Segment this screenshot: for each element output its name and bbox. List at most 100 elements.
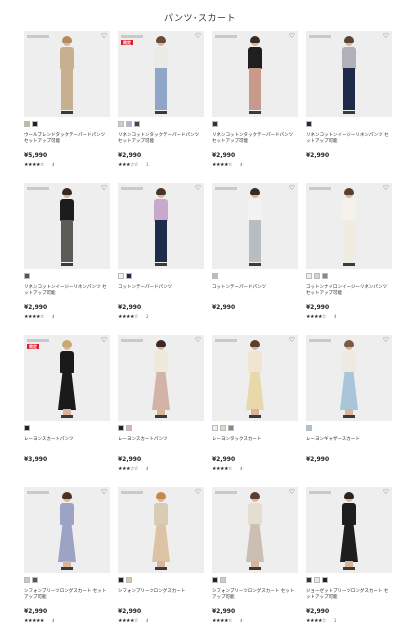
color-swatch[interactable]: [126, 273, 132, 279]
color-swatch[interactable]: [32, 577, 38, 583]
heart-icon[interactable]: ♡: [289, 185, 295, 192]
color-swatch[interactable]: [126, 425, 132, 431]
heart-icon[interactable]: ♡: [289, 337, 295, 344]
product-name[interactable]: コットンテーパードパンツ: [212, 285, 298, 291]
product-card[interactable]: ♡ レーヨンスカートパンツ ¥2,990 ★★★☆☆ 4: [118, 335, 204, 487]
product-name[interactable]: シフォンプリーツロングスカート: [118, 589, 204, 595]
product-name[interactable]: シフォンプリーツロングスカート セットアップ可能: [24, 589, 110, 600]
color-swatch[interactable]: [306, 121, 312, 127]
product-name[interactable]: レーヨンスカートパンツ: [118, 437, 204, 443]
heart-icon[interactable]: ♡: [383, 185, 389, 192]
heart-icon[interactable]: ♡: [195, 337, 201, 344]
color-swatch[interactable]: [314, 577, 320, 583]
color-swatch[interactable]: [118, 273, 124, 279]
product-image[interactable]: ♡: [306, 31, 392, 117]
color-swatch[interactable]: [212, 273, 218, 279]
color-swatch[interactable]: [322, 577, 328, 583]
color-swatch[interactable]: [24, 273, 30, 279]
heart-icon[interactable]: ♡: [101, 337, 107, 344]
product-card[interactable]: ♡ レーヨンタックスカート ¥2,990 ★★★★☆ 4: [212, 335, 298, 487]
product-card[interactable]: ♡ コットンテーパードパンツ ¥2,990 ★★★★☆ 2: [118, 183, 204, 335]
product-name[interactable]: レーヨンタックスカート: [212, 437, 298, 443]
color-swatch[interactable]: [314, 273, 320, 279]
rating-stars: ★★★☆☆: [118, 162, 138, 168]
product-card[interactable]: ♡ コットンナイロンイージーリネンパンツ セットアップ可能 ¥2,990 ★★★…: [306, 183, 392, 335]
product-image[interactable]: ♡: [306, 183, 392, 269]
heart-icon[interactable]: ♡: [101, 185, 107, 192]
product-name[interactable]: レーヨンギャザースカート: [306, 437, 392, 443]
color-swatch[interactable]: [24, 121, 30, 127]
color-swatch[interactable]: [306, 577, 312, 583]
model-figure: [151, 492, 171, 571]
product-card[interactable]: 限定 ♡ リネンコットンタックテーパードパンツ セットアップ可能 ¥2,990 …: [118, 31, 204, 183]
color-swatch[interactable]: [220, 425, 226, 431]
product-image[interactable]: 限定 ♡: [24, 335, 110, 421]
product-image[interactable]: ♡: [24, 487, 110, 573]
product-image[interactable]: ♡: [118, 183, 204, 269]
product-card[interactable]: ♡ シフォンプリーツロングスカート セットアップ可能 ¥2,990 ★★★★☆ …: [212, 487, 298, 639]
color-swatch[interactable]: [212, 425, 218, 431]
product-image[interactable]: ♡: [212, 31, 298, 117]
product-image[interactable]: ♡: [306, 335, 392, 421]
color-swatch[interactable]: [118, 121, 124, 127]
color-swatch[interactable]: [220, 577, 226, 583]
color-swatch[interactable]: [134, 121, 140, 127]
product-image[interactable]: ♡: [24, 183, 110, 269]
product-name[interactable]: コットンナイロンイージーリネンパンツ セットアップ可能: [306, 285, 392, 296]
color-swatch[interactable]: [118, 425, 124, 431]
heart-icon[interactable]: ♡: [289, 489, 295, 496]
product-image[interactable]: ♡: [212, 335, 298, 421]
product-card[interactable]: ♡ コットンテーパードパンツ ¥2,990: [212, 183, 298, 335]
model-top: [154, 199, 168, 221]
product-card[interactable]: ♡ リネンコットンイージーリネンパンツ セットアップ可能 ¥2,990: [306, 31, 392, 183]
product-image[interactable]: ♡: [24, 31, 110, 117]
color-swatch[interactable]: [306, 273, 312, 279]
product-image[interactable]: ♡: [118, 335, 204, 421]
product-name[interactable]: レーヨンスカートパンツ: [24, 437, 110, 443]
product-image[interactable]: ♡: [212, 183, 298, 269]
product-name[interactable]: コットンテーパードパンツ: [118, 285, 204, 291]
product-image[interactable]: ♡: [212, 487, 298, 573]
color-swatch[interactable]: [212, 577, 218, 583]
color-swatch[interactable]: [212, 121, 218, 127]
model-hair: [344, 188, 354, 195]
color-swatch[interactable]: [118, 577, 124, 583]
product-card[interactable]: ♡ ジョーゼットプリーツロングスカート セットアップ可能 ¥2,990 ★★★★…: [306, 487, 392, 639]
product-name[interactable]: シフォンプリーツロングスカート セットアップ可能: [212, 589, 298, 600]
product-card[interactable]: ♡ リネンコットンイージーリネンパンツ セットアップ可能 ¥2,990 ★★★★…: [24, 183, 110, 335]
color-swatch[interactable]: [322, 273, 328, 279]
color-swatch[interactable]: [24, 577, 30, 583]
product-name[interactable]: リネンコットンタックテーパードパンツ セットアップ可能: [212, 133, 298, 144]
heart-icon[interactable]: ♡: [383, 33, 389, 40]
color-swatches: [118, 425, 132, 431]
product-card[interactable]: ♡ ウールブレンドタックテーパードパンツ セットアップ可能 ¥5,990 ★★★…: [24, 31, 110, 183]
heart-icon[interactable]: ♡: [195, 185, 201, 192]
color-swatch[interactable]: [228, 425, 234, 431]
heart-icon[interactable]: ♡: [383, 337, 389, 344]
product-image[interactable]: ♡: [118, 487, 204, 573]
product-name[interactable]: リネンコットンタックテーパードパンツ セットアップ可能: [118, 133, 204, 144]
product-image[interactable]: ♡: [306, 487, 392, 573]
product-name[interactable]: ジョーゼットプリーツロングスカート セットアップ可能: [306, 589, 392, 600]
heart-icon[interactable]: ♡: [289, 33, 295, 40]
heart-icon[interactable]: ♡: [195, 489, 201, 496]
color-swatch[interactable]: [32, 121, 38, 127]
product-card[interactable]: ♡ シフォンプリーツロングスカート ¥2,990 ★★★★☆ 4: [118, 487, 204, 639]
color-swatch[interactable]: [126, 121, 132, 127]
product-name[interactable]: リネンコットンイージーリネンパンツ セットアップ可能: [24, 285, 110, 296]
heart-icon[interactable]: ♡: [101, 489, 107, 496]
product-image[interactable]: 限定 ♡: [118, 31, 204, 117]
heart-icon[interactable]: ♡: [101, 33, 107, 40]
product-name[interactable]: ウールブレンドタックテーパードパンツ セットアップ可能: [24, 133, 110, 144]
product-card[interactable]: 限定 ♡ レーヨンスカートパンツ ¥3,990: [24, 335, 110, 487]
color-swatch[interactable]: [126, 577, 132, 583]
product-card[interactable]: ♡ シフォンプリーツロングスカート セットアップ可能 ¥2,990 ★★★★★ …: [24, 487, 110, 639]
product-name[interactable]: リネンコットンイージーリネンパンツ セットアップ可能: [306, 133, 392, 144]
color-swatch[interactable]: [24, 425, 30, 431]
color-swatch[interactable]: [306, 425, 312, 431]
model-shoes: [343, 263, 355, 266]
product-card[interactable]: ♡ レーヨンギャザースカート ¥2,990: [306, 335, 392, 487]
product-card[interactable]: ♡ リネンコットンタックテーパードパンツ セットアップ可能 ¥2,990 ★★★…: [212, 31, 298, 183]
heart-icon[interactable]: ♡: [383, 489, 389, 496]
heart-icon[interactable]: ♡: [195, 33, 201, 40]
